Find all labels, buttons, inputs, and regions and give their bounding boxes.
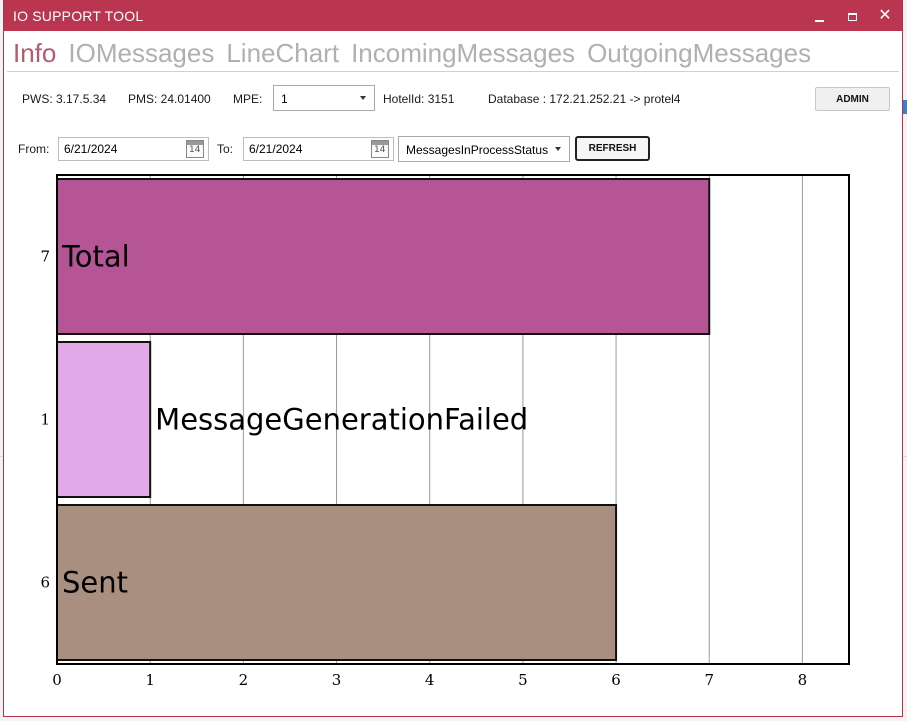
bar	[56, 341, 152, 498]
x-tick-label: 2	[239, 671, 249, 689]
bar	[56, 178, 711, 335]
bar-chart: Total 7 MessageGenerationFailed 1 Sent 6 0 1 2 3 4…	[40, 174, 850, 689]
bar-label: Sent	[62, 566, 128, 600]
x-tick-label: 4	[425, 671, 435, 689]
x-tick-label: 0	[52, 671, 62, 689]
y-tick-label: 6	[40, 574, 50, 592]
x-tick-label: 8	[798, 671, 808, 689]
x-tick-label: 5	[518, 671, 528, 689]
bar-label: MessageGenerationFailed	[155, 403, 528, 437]
y-tick-label: 1	[40, 411, 50, 429]
y-tick-label: 7	[40, 248, 50, 266]
x-tick-label: 7	[704, 671, 714, 689]
x-tick-label: 1	[145, 671, 155, 689]
bar-label: Total	[61, 240, 130, 274]
bar	[56, 504, 618, 661]
x-tick-label: 3	[332, 671, 342, 689]
x-tick-label: 6	[611, 671, 621, 689]
